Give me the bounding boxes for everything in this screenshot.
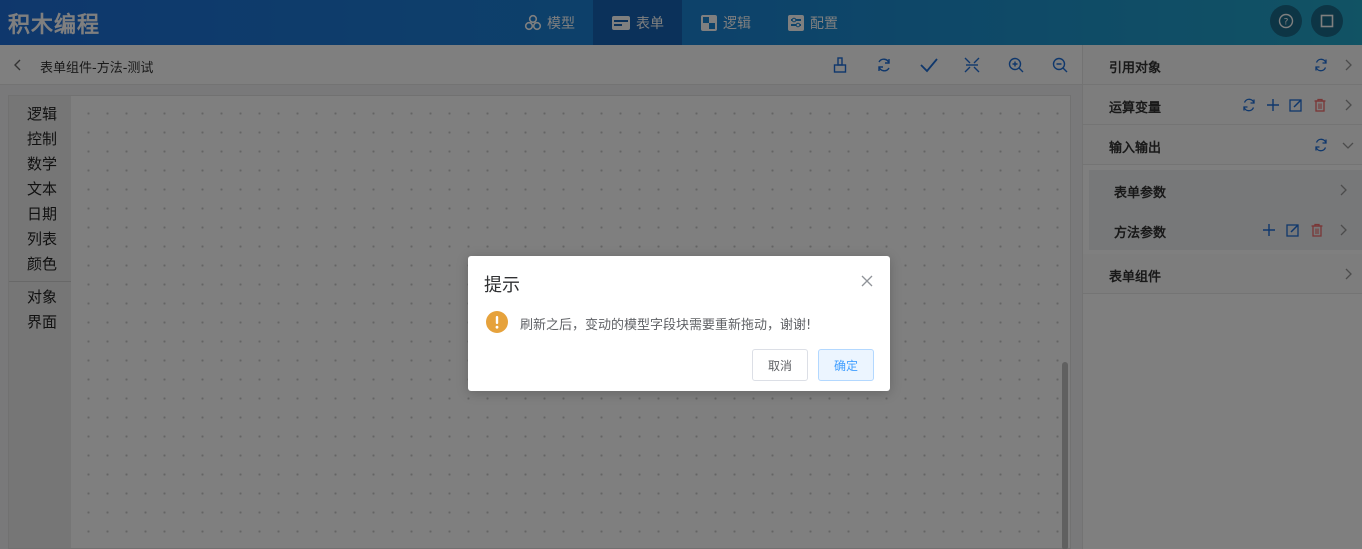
warning-icon — [486, 311, 508, 333]
close-icon[interactable] — [860, 274, 874, 288]
confirm-dialog: 提示 刷新之后，变动的模型字段块需要重新拖动，谢谢! 取消 确定 — [468, 256, 890, 391]
confirm-button[interactable]: 确定 — [818, 349, 874, 381]
dialog-title: 提示 — [484, 275, 520, 296]
dialog-message: 刷新之后，变动的模型字段块需要重新拖动，谢谢! — [520, 318, 812, 333]
cancel-button[interactable]: 取消 — [752, 349, 808, 381]
